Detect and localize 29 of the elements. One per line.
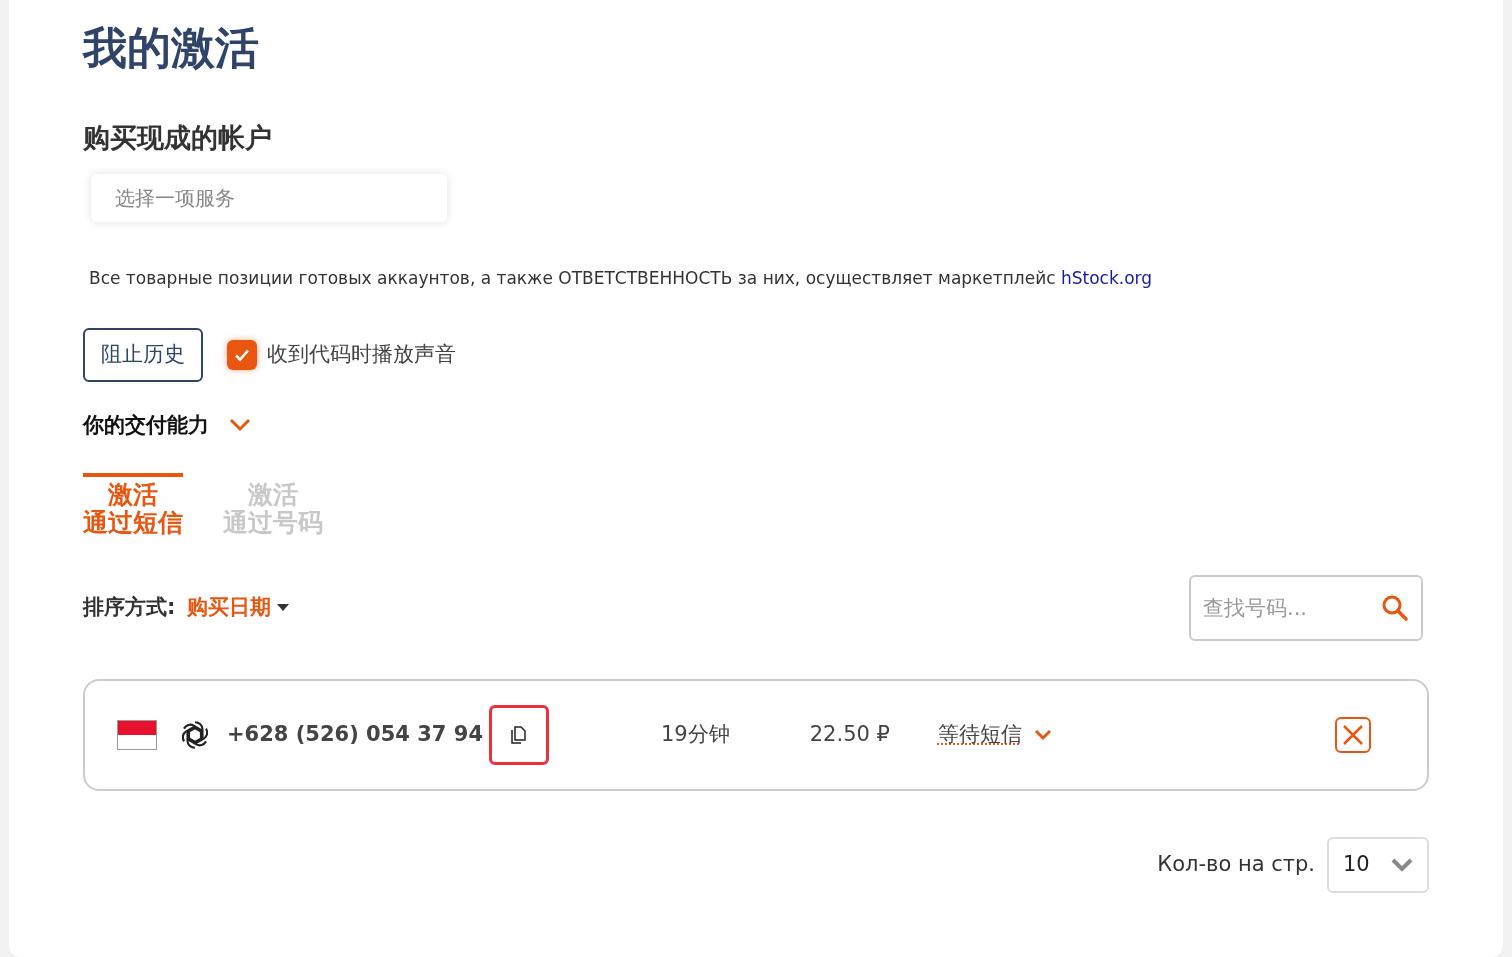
flag-icon [117, 720, 157, 750]
chevron-down-icon [1033, 729, 1052, 741]
phone-number: +628 (526) 054 37 94 [227, 721, 483, 749]
chevron-down-icon [229, 418, 251, 433]
chevron-down-icon [1391, 858, 1413, 872]
elapsed-time: 19分钟 [661, 721, 730, 749]
notice-text: Все товарные позиции готовых аккаунтов, а также ОТВЕТСТВЕННОСТЬ за них, осуществляет маркетплейс hStock.org [89, 267, 1154, 290]
block-history-button[interactable]: 阻止历史 [83, 327, 203, 382]
caret-down-icon [277, 604, 290, 612]
per-page-select[interactable]: 10 [1327, 837, 1429, 893]
highlight-frame [489, 705, 549, 765]
per-page-label: Кол-во на стр. [1157, 851, 1315, 879]
delivery-toggle[interactable]: 你的交付能力 [83, 409, 251, 441]
copy-icon[interactable] [511, 726, 527, 744]
status-dropdown[interactable]: 等待短信 [937, 719, 1052, 751]
sound-checkbox-label: 收到代码时播放声音 [267, 340, 456, 368]
section-title: 购买现成的帐户 [83, 121, 273, 155]
search-field[interactable]: 查找号码... [1189, 575, 1423, 641]
price: 22.50 ₽ [809, 721, 890, 749]
service-select-field[interactable]: 选择一项服务 [91, 174, 447, 222]
page-title: 我的激活 [83, 21, 260, 75]
sound-checkbox[interactable] [227, 339, 257, 370]
search-icon[interactable] [1381, 594, 1409, 622]
activation-tab[interactable]: 激活 通过短信 [83, 473, 183, 537]
close-icon [1341, 723, 1365, 747]
cancel-button[interactable] [1335, 717, 1371, 753]
marketplace-link[interactable]: hStock.org [1060, 268, 1153, 288]
sort-dropdown[interactable]: 购买日期 [187, 592, 290, 624]
sort-label: 排序方式: [83, 594, 176, 622]
